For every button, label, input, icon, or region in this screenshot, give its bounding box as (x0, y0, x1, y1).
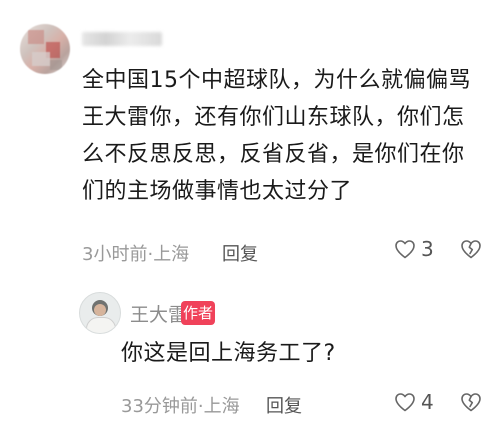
comment-like-button[interactable]: 3 (393, 237, 434, 261)
author-avatar[interactable] (79, 292, 121, 334)
heart-outline-icon (393, 390, 417, 414)
comment-time: 3小时前 (82, 244, 148, 265)
reply-reply-button[interactable]: 回复 (266, 392, 302, 418)
reply-location: 上海 (203, 396, 240, 417)
author-badge: 作者 (181, 301, 215, 325)
comment-like-count: 3 (421, 237, 434, 261)
reply-time: 33分钟前 (121, 396, 198, 417)
reply-like-count: 4 (421, 390, 434, 414)
broken-heart-outline-icon (459, 237, 483, 261)
comment-text: 全中国15个中超球队，为什么就偏偏骂王大雷你，还有你们山东球队，你们怎么不反思反… (82, 68, 471, 204)
reply-dislike-button[interactable] (459, 390, 483, 414)
reply-text: 你这是回上海务工了? (121, 341, 336, 366)
comment-dislike-button[interactable] (459, 237, 483, 261)
heart-outline-icon (393, 237, 417, 261)
broken-heart-outline-icon (459, 390, 483, 414)
commenter-avatar-blurred[interactable] (20, 24, 70, 74)
comment-reply-button[interactable]: 回复 (222, 240, 258, 266)
commenter-username-blurred[interactable] (82, 32, 162, 46)
comment-thread: 全中国15个中超球队，为什么就偏偏骂王大雷你，还有你们山东球队，你们怎么不反思反… (0, 0, 500, 440)
comment-location: 上海 (153, 244, 190, 265)
reply-like-button[interactable]: 4 (393, 390, 434, 414)
reply-author-name[interactable]: 王大雷 (130, 300, 187, 327)
reply-meta: 33分钟前·上海 (121, 392, 240, 418)
comment-meta: 3小时前·上海 (82, 240, 189, 266)
